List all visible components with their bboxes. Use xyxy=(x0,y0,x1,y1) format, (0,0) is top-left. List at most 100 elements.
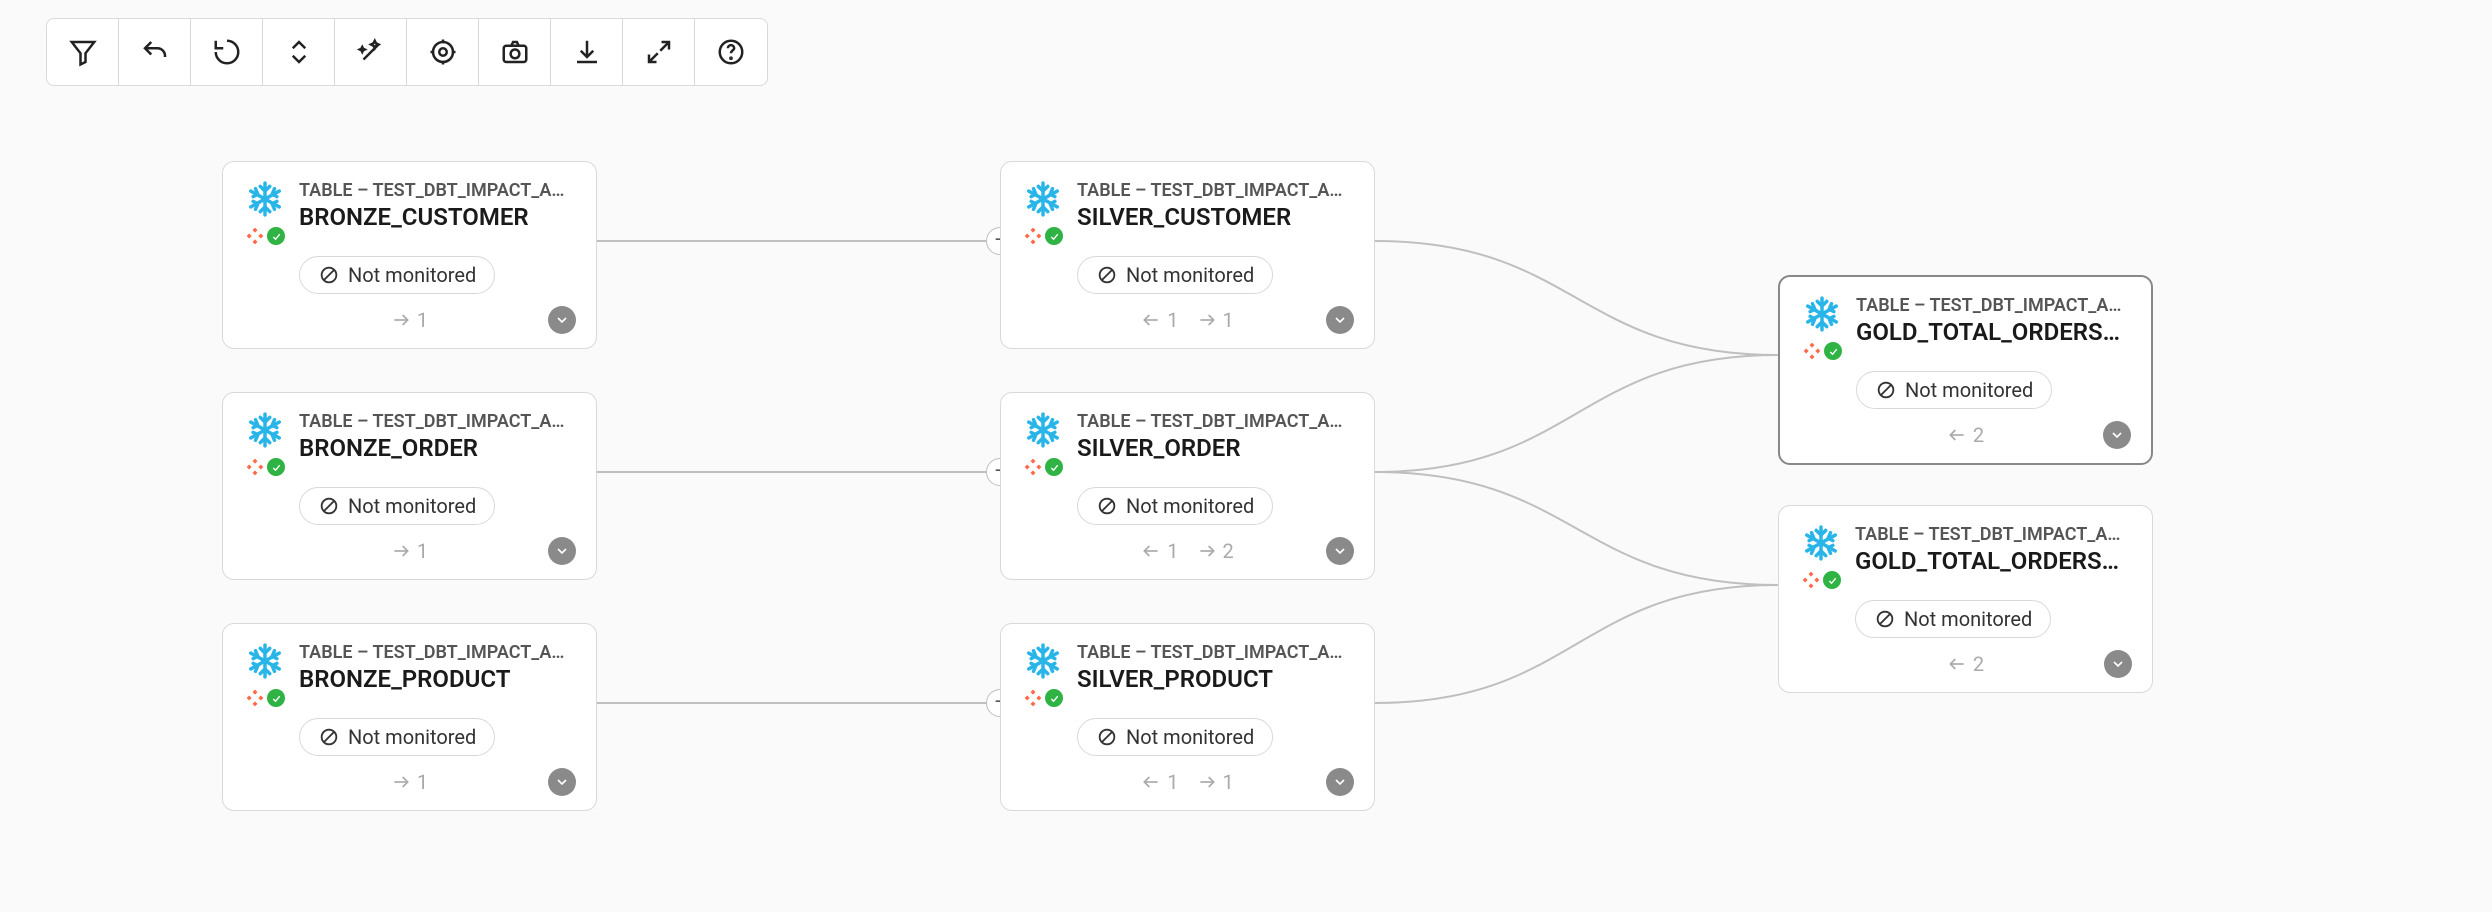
monitor-status-pill[interactable]: Not monitored xyxy=(299,256,495,294)
expand-node-button[interactable] xyxy=(548,768,576,796)
check-icon xyxy=(1824,342,1842,360)
expand-node-button[interactable] xyxy=(548,537,576,565)
chevron-down-icon xyxy=(2109,427,2125,443)
lineage-node-silver-order[interactable]: TABLE – TEST_DBT_IMPACT_ANAL…SILVER_ORDE… xyxy=(1000,392,1375,580)
upstream-count: 1 xyxy=(1167,308,1178,332)
camera-button[interactable] xyxy=(479,19,551,85)
lineage-node-gold-2[interactable]: TABLE – TEST_DBT_IMPACT_ANAL…GOLD_TOTAL_… xyxy=(1778,505,2153,693)
not-monitored-icon xyxy=(318,495,340,517)
node-title: SILVER_PRODUCT xyxy=(1077,665,1354,693)
sort-icon xyxy=(284,37,314,67)
snowflake-icon xyxy=(246,180,284,222)
downstream-count: 1 xyxy=(417,770,428,794)
arrow-left-icon xyxy=(1947,654,1967,674)
arrow-right-icon xyxy=(1197,541,1217,561)
monitor-status-pill[interactable]: Not monitored xyxy=(1855,600,2051,638)
help-icon xyxy=(716,37,746,67)
chevron-down-icon xyxy=(554,774,570,790)
node-title: SILVER_CUSTOMER xyxy=(1077,203,1354,231)
help-button[interactable] xyxy=(695,19,767,85)
monitor-status-pill[interactable]: Not monitored xyxy=(1077,718,1273,756)
lineage-node-gold-1[interactable]: TABLE – TEST_DBT_IMPACT_ANAL…GOLD_TOTAL_… xyxy=(1778,275,2153,465)
dependency-counts: 11 xyxy=(1141,770,1234,794)
monitor-status-label: Not monitored xyxy=(348,263,476,287)
downstream-count: 1 xyxy=(417,539,428,563)
arrow-right-icon xyxy=(1197,772,1217,792)
expand-node-button[interactable] xyxy=(1326,768,1354,796)
dependency-counts: 1 xyxy=(391,308,428,332)
monitor-status-pill[interactable]: Not monitored xyxy=(299,487,495,525)
node-title: BRONZE_ORDER xyxy=(299,434,576,462)
dependency-counts: 12 xyxy=(1141,539,1234,563)
chevron-down-icon xyxy=(1332,543,1348,559)
expand-node-button[interactable] xyxy=(1326,537,1354,565)
chevron-down-icon xyxy=(2110,656,2126,672)
reset-icon xyxy=(212,37,242,67)
monitor-status-label: Not monitored xyxy=(1126,263,1254,287)
arrow-left-icon xyxy=(1141,310,1161,330)
lineage-node-bronze-customer[interactable]: TABLE – TEST_DBT_IMPACT_ANAL…BRONZE_CUST… xyxy=(222,161,597,349)
sort-button[interactable] xyxy=(263,19,335,85)
arrow-left-icon xyxy=(1947,425,1967,445)
node-title: GOLD_TOTAL_ORDERS… xyxy=(1855,547,2132,575)
expand-node-button[interactable] xyxy=(548,306,576,334)
dbt-icon xyxy=(1802,341,1822,361)
dbt-icon xyxy=(245,688,265,708)
dbt-icon xyxy=(1023,688,1043,708)
expand-node-button[interactable] xyxy=(2104,650,2132,678)
check-icon xyxy=(1045,227,1063,245)
filter-button[interactable] xyxy=(47,19,119,85)
monitor-status-label: Not monitored xyxy=(348,725,476,749)
not-monitored-icon xyxy=(318,264,340,286)
snowflake-icon xyxy=(246,411,284,453)
node-title: SILVER_ORDER xyxy=(1077,434,1354,462)
expand-node-button[interactable] xyxy=(1326,306,1354,334)
lineage-node-bronze-order[interactable]: TABLE – TEST_DBT_IMPACT_ANAL…BRONZE_ORDE… xyxy=(222,392,597,580)
recenter-icon xyxy=(428,37,458,67)
arrow-right-icon xyxy=(391,310,411,330)
fullscreen-icon xyxy=(644,37,674,67)
wand-button[interactable] xyxy=(335,19,407,85)
lineage-node-silver-product[interactable]: TABLE – TEST_DBT_IMPACT_ANAL…SILVER_PROD… xyxy=(1000,623,1375,811)
node-subtitle: TABLE – TEST_DBT_IMPACT_ANAL… xyxy=(299,642,576,663)
dbt-icon xyxy=(1023,226,1043,246)
downstream-count: 2 xyxy=(1223,539,1234,563)
not-monitored-icon xyxy=(318,726,340,748)
snowflake-icon xyxy=(1024,642,1062,684)
node-subtitle: TABLE – TEST_DBT_IMPACT_ANAL… xyxy=(299,180,576,201)
downstream-count: 1 xyxy=(1223,770,1234,794)
monitor-status-pill[interactable]: Not monitored xyxy=(299,718,495,756)
download-button[interactable] xyxy=(551,19,623,85)
lineage-node-silver-customer[interactable]: TABLE – TEST_DBT_IMPACT_ANAL…SILVER_CUST… xyxy=(1000,161,1375,349)
not-monitored-icon xyxy=(1874,608,1896,630)
downstream-count: 1 xyxy=(417,308,428,332)
recenter-button[interactable] xyxy=(407,19,479,85)
monitor-status-pill[interactable]: Not monitored xyxy=(1856,371,2052,409)
fullscreen-button[interactable] xyxy=(623,19,695,85)
arrow-right-icon xyxy=(1197,310,1217,330)
monitor-status-pill[interactable]: Not monitored xyxy=(1077,256,1273,294)
monitor-status-pill[interactable]: Not monitored xyxy=(1077,487,1273,525)
arrow-right-icon xyxy=(391,541,411,561)
node-subtitle: TABLE – TEST_DBT_IMPACT_ANAL… xyxy=(1855,524,2132,545)
reset-button[interactable] xyxy=(191,19,263,85)
dependency-counts: 11 xyxy=(1141,308,1234,332)
dependency-counts: 2 xyxy=(1947,423,1984,447)
node-subtitle: TABLE – TEST_DBT_IMPACT_ANAL… xyxy=(1077,411,1354,432)
dependency-counts: 2 xyxy=(1947,652,1984,676)
arrow-left-icon xyxy=(1141,772,1161,792)
check-icon xyxy=(1045,689,1063,707)
wand-icon xyxy=(356,37,386,67)
monitor-status-label: Not monitored xyxy=(1126,725,1254,749)
snowflake-icon xyxy=(1802,524,1840,566)
undo-button[interactable] xyxy=(119,19,191,85)
node-title: BRONZE_PRODUCT xyxy=(299,665,576,693)
dependency-counts: 1 xyxy=(391,539,428,563)
arrow-left-icon xyxy=(1141,541,1161,561)
node-subtitle: TABLE – TEST_DBT_IMPACT_ANAL… xyxy=(1856,295,2131,316)
upstream-count: 2 xyxy=(1973,423,1984,447)
expand-node-button[interactable] xyxy=(2103,421,2131,449)
check-icon xyxy=(267,458,285,476)
dependency-counts: 1 xyxy=(391,770,428,794)
lineage-node-bronze-product[interactable]: TABLE – TEST_DBT_IMPACT_ANAL…BRONZE_PROD… xyxy=(222,623,597,811)
